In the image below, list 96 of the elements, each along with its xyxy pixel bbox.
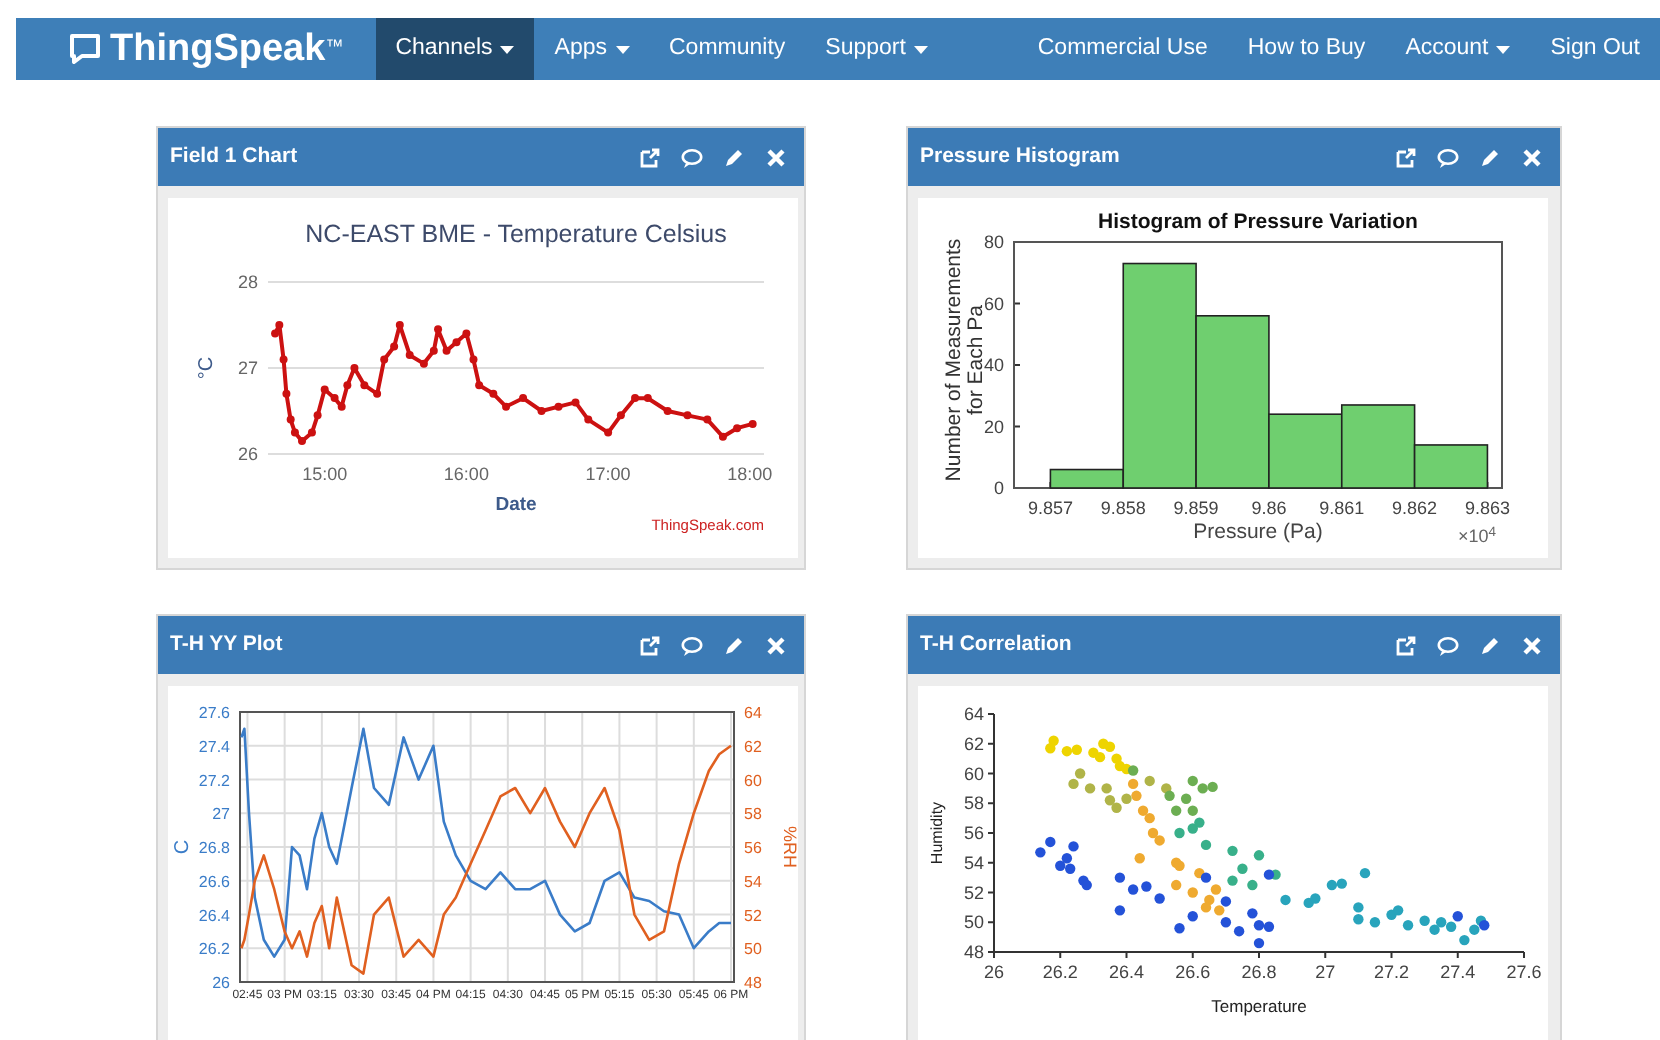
axis-label: Number of Measurements for Each Pa <box>944 238 988 482</box>
tick-label: 62 <box>744 737 762 756</box>
tick-label: 58 <box>744 805 762 824</box>
axis-label: °C <box>196 356 218 380</box>
tick-label: 18:00 <box>727 464 773 484</box>
comment-icon[interactable] <box>680 145 704 169</box>
tick-label: 26.4 <box>1108 962 1145 982</box>
pencil-icon[interactable] <box>722 633 746 657</box>
tick-label: 16:00 <box>443 464 489 484</box>
tick-label: 64 <box>744 704 762 722</box>
tick-label: 48 <box>744 974 762 992</box>
tick-label: 9.858 <box>1100 498 1146 518</box>
tick-label: 9.86 <box>1251 498 1287 518</box>
tick-label: 20 <box>983 416 1004 437</box>
tick-label: 15:00 <box>302 464 348 484</box>
comment-icon[interactable] <box>1436 145 1460 169</box>
axis-label: Date <box>495 494 537 516</box>
pencil-icon[interactable] <box>722 145 746 169</box>
panel-title: Pressure Histogram <box>920 141 1122 172</box>
tick-label: 58 <box>963 793 984 814</box>
speech-bubble-icon <box>68 32 102 66</box>
tick-label: 62 <box>963 733 984 754</box>
tick-label: 26 <box>984 962 1004 982</box>
tick-label: 60 <box>744 771 762 790</box>
close-icon[interactable] <box>1520 633 1544 657</box>
axis-label: %RH <box>780 826 798 868</box>
tick-label: 9.862 <box>1392 498 1438 518</box>
tick-label: 26.6 <box>1175 962 1211 982</box>
tick-label: 60 <box>963 763 984 784</box>
tick-label: 27.6 <box>198 704 230 722</box>
nav-menu-item[interactable]: Apps <box>534 18 649 80</box>
tick-label: 27 <box>1315 962 1336 982</box>
tick-label: 9.857 <box>1027 498 1073 518</box>
panel-title: T-H Correlation <box>920 629 1074 660</box>
tick-label: 54 <box>963 852 984 873</box>
tick-label: 27.2 <box>198 771 230 790</box>
tick-label: 27.6 <box>1506 962 1542 982</box>
nav-menu-item[interactable]: Account <box>1385 18 1531 80</box>
panel-title: T-H YY Plot <box>170 629 285 660</box>
tick-label: 27 <box>212 805 230 824</box>
pencil-icon[interactable] <box>1478 633 1502 657</box>
panel-title: Field 1 Chart <box>170 141 300 172</box>
tick-label: 56 <box>744 839 762 857</box>
tick-label: 26.6 <box>198 872 230 891</box>
tick-label: 26 <box>212 974 230 992</box>
comment-icon[interactable] <box>680 633 704 657</box>
tick-label: 56 <box>963 823 984 843</box>
tick-label: 52 <box>744 906 762 925</box>
nav-menu-item[interactable]: How to Buy <box>1227 18 1386 80</box>
nav-menu-item[interactable]: Channels <box>375 18 535 80</box>
tick-label: 26.2 <box>198 940 230 959</box>
logo-text[interactable]: ThingSpeak$^{™}$ <box>110 30 344 68</box>
axis-label: Humidity <box>928 801 946 865</box>
tick-label: 27 <box>237 358 258 378</box>
tick-label: 50 <box>963 912 984 933</box>
nav-menu-item[interactable]: Sign Out <box>1530 18 1660 80</box>
nav-menu-item[interactable]: Commercial Use <box>1017 18 1228 80</box>
external-link-icon[interactable] <box>638 633 662 657</box>
close-icon[interactable] <box>764 633 788 657</box>
tick-label: 54 <box>744 872 762 891</box>
tick-label: 52 <box>963 882 984 903</box>
tick-label: 64 <box>963 704 984 724</box>
comment-icon[interactable] <box>1436 633 1460 657</box>
tick-label: 50 <box>744 940 762 959</box>
tick-label: 26.2 <box>1042 962 1078 982</box>
tick-label: 28 <box>237 272 258 292</box>
tick-label: 9.863 <box>1464 498 1510 518</box>
nav-menu-item[interactable]: Support <box>805 18 948 80</box>
pencil-icon[interactable] <box>1478 145 1502 169</box>
tick-label: 48 <box>963 942 984 962</box>
external-link-icon[interactable] <box>1394 633 1418 657</box>
tick-label: 26 <box>237 444 258 464</box>
chart-title: NC-EAST BME - Temperature Celsius <box>305 220 727 248</box>
tick-label: 9.859 <box>1173 498 1219 518</box>
tick-label: 27.2 <box>1373 962 1410 982</box>
close-icon[interactable] <box>1520 145 1544 169</box>
tick-label: 26.4 <box>198 906 230 925</box>
axis-label: Temperature <box>1211 996 1307 1016</box>
external-link-icon[interactable] <box>1394 145 1418 169</box>
tick-label: 80 <box>983 232 1004 252</box>
axis-label: C <box>172 839 194 855</box>
tick-label: 27.4 <box>198 737 230 756</box>
close-icon[interactable] <box>764 145 788 169</box>
tick-label: 26.8 <box>198 839 230 857</box>
axis-multiplier: ×10$^{4}$ <box>1458 524 1497 550</box>
tick-label: 17:00 <box>585 464 631 484</box>
axis-label: Pressure (Pa) <box>1193 520 1323 544</box>
tick-label: 40 <box>983 355 1004 375</box>
nav-menu-item[interactable]: Community <box>649 18 806 80</box>
tick-label: 60 <box>983 293 1004 314</box>
external-link-icon[interactable] <box>638 145 662 169</box>
tick-label: 27.4 <box>1440 962 1476 982</box>
tick-label: 26.8 <box>1241 962 1277 982</box>
tick-label: 9.861 <box>1319 498 1365 518</box>
tick-label: 0 <box>993 478 1004 498</box>
chart-title: Histogram of Pressure Variation <box>1098 210 1418 234</box>
